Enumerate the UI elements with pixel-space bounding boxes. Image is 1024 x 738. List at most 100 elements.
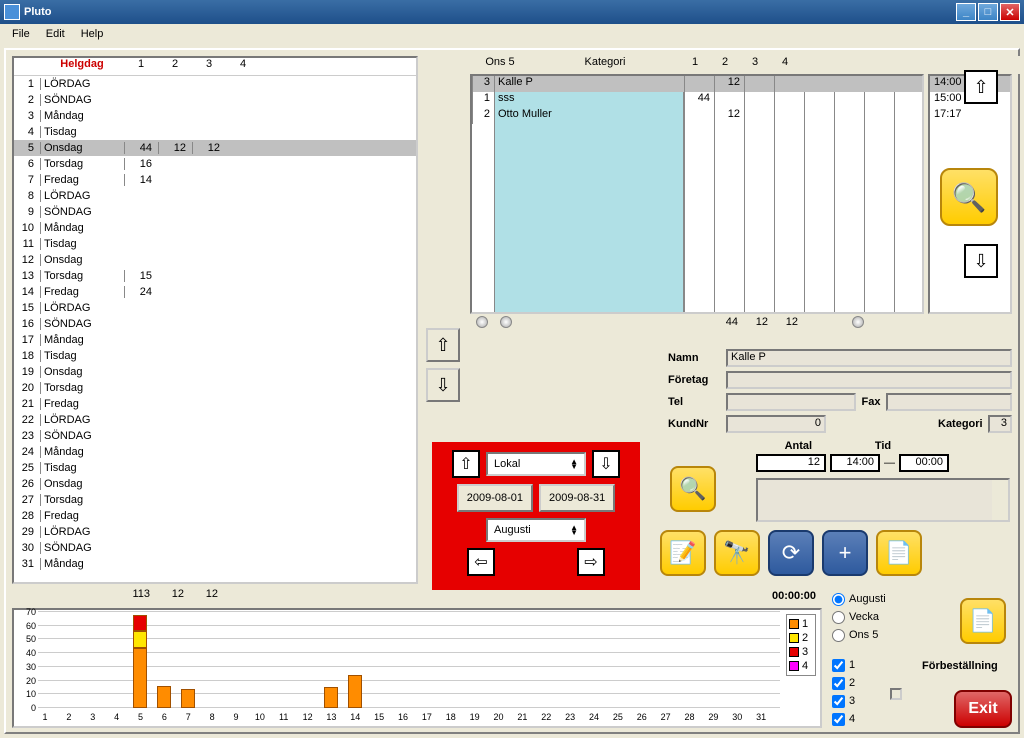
calendar-row[interactable]: 28Fredag: [14, 508, 416, 524]
date-local-panel: ⇧ Lokal ▲▼ ⇩ 2009-08-01 2009-08-31 Augus…: [432, 442, 640, 590]
chart-bar: [324, 687, 338, 708]
detail-scrollbar[interactable]: 44 12 12: [470, 314, 924, 330]
calendar-row[interactable]: 5Onsdag441212: [14, 140, 416, 156]
date-from-button[interactable]: 2009-08-01: [457, 484, 533, 512]
chart-legend: 1234: [786, 614, 816, 676]
date-to-button[interactable]: 2009-08-31: [539, 484, 615, 512]
calendar-row[interactable]: 16SÖNDAG: [14, 316, 416, 332]
calendar-down-button[interactable]: ⇩: [426, 368, 460, 402]
foretag-label: Företag: [668, 374, 726, 386]
calendar-row[interactable]: 31Måndag: [14, 556, 416, 572]
calendar-row[interactable]: 23SÖNDAG: [14, 428, 416, 444]
kundnr-field[interactable]: 0: [726, 415, 826, 433]
exit-button[interactable]: Exit: [954, 690, 1012, 728]
detail-table[interactable]: 3Kalle P121sss442Otto Muller12: [470, 74, 924, 314]
calendar-row[interactable]: 21Fredag: [14, 396, 416, 412]
check-3[interactable]: 3: [832, 692, 855, 710]
radio-ons5[interactable]: Ons 5: [832, 626, 886, 644]
calendar-row[interactable]: 12Onsdag: [14, 252, 416, 268]
maximize-button[interactable]: □: [978, 3, 998, 21]
calendar-row[interactable]: 22LÖRDAG: [14, 412, 416, 428]
check-1[interactable]: 1: [832, 656, 855, 674]
lokal-combo[interactable]: Lokal ▲▼: [486, 452, 586, 476]
calendar-row[interactable]: 3Måndag: [14, 108, 416, 124]
comment-scrollbar[interactable]: [992, 480, 1008, 520]
detail-row[interactable]: 2Otto Muller12: [472, 108, 922, 124]
document-button[interactable]: 📄: [876, 530, 922, 576]
calendar-row[interactable]: 1LÖRDAG: [14, 76, 416, 92]
month-combo[interactable]: Augusti ▲▼: [486, 518, 586, 542]
calendar-row[interactable]: 10Måndag: [14, 220, 416, 236]
close-button[interactable]: ✕: [1000, 3, 1020, 21]
calendar-row[interactable]: 27Torsdag: [14, 492, 416, 508]
calendar-row[interactable]: 15LÖRDAG: [14, 300, 416, 316]
app-icon: [4, 4, 20, 20]
detail-row[interactable]: 3Kalle P12: [472, 76, 922, 92]
calendar-row[interactable]: 20Torsdag: [14, 380, 416, 396]
month-next-button[interactable]: ⇨: [577, 548, 605, 576]
calendar-up-button[interactable]: ⇧: [426, 328, 460, 362]
tid-to-field[interactable]: 00:00: [899, 454, 949, 472]
calendar-row[interactable]: 13Torsdag15: [14, 268, 416, 284]
radio-augusti[interactable]: Augusti: [832, 590, 886, 608]
forbestallning-button[interactable]: 📄: [960, 598, 1006, 644]
calendar-row[interactable]: 25Tisdag: [14, 460, 416, 476]
detail-up-button[interactable]: ⇧: [964, 70, 998, 104]
search-small-button[interactable]: 🔍: [670, 466, 716, 512]
chart-bar: [133, 648, 147, 708]
detail-down-button[interactable]: ⇩: [964, 244, 998, 278]
calendar-row[interactable]: 9SÖNDAG: [14, 204, 416, 220]
fax-label: Fax: [856, 396, 886, 408]
comment-box[interactable]: [756, 478, 1010, 522]
calendar-row[interactable]: 19Onsdag: [14, 364, 416, 380]
calendar-row[interactable]: 14Fredag24: [14, 284, 416, 300]
calendar-row[interactable]: 7Fredag14: [14, 172, 416, 188]
lokal-up-button[interactable]: ⇧: [452, 450, 480, 478]
fax-field[interactable]: [886, 393, 1012, 411]
tid-from-field[interactable]: 14:00: [830, 454, 880, 472]
calendar-row[interactable]: 4Tisdag: [14, 124, 416, 140]
calendar-row[interactable]: 17Måndag: [14, 332, 416, 348]
chart: 0102030405060701234567891011121314151617…: [12, 608, 822, 728]
chart-bar: [181, 689, 195, 708]
month-prev-button[interactable]: ⇦: [467, 548, 495, 576]
detail-row[interactable]: 1sss44: [472, 92, 922, 108]
calendar-row[interactable]: 11Tisdag: [14, 236, 416, 252]
tel-field[interactable]: [726, 393, 856, 411]
menu-edit[interactable]: Edit: [38, 26, 73, 42]
antal-tid-row: Antal Tid 12 14:00 — 00:00: [756, 440, 1010, 472]
forbestallning-label: Förbeställning: [922, 660, 998, 672]
calendar-table[interactable]: Helgdag 1 2 3 4 1LÖRDAG2SÖNDAG3Måndag4Ti…: [12, 56, 418, 584]
check-4[interactable]: 4: [832, 710, 855, 728]
add-button[interactable]: +: [822, 530, 868, 576]
namn-field[interactable]: Kalle P: [726, 349, 1012, 367]
calendar-row[interactable]: 6Torsdag16: [14, 156, 416, 172]
calendar-row[interactable]: 24Måndag: [14, 444, 416, 460]
notes-button[interactable]: 📝: [660, 530, 706, 576]
period-radios: Augusti Vecka Ons 5: [832, 590, 886, 644]
minimize-button[interactable]: _: [956, 3, 976, 21]
menu-file[interactable]: File: [4, 26, 38, 42]
calendar-row[interactable]: 2SÖNDAG: [14, 92, 416, 108]
calendar-row[interactable]: 18Tisdag: [14, 348, 416, 364]
action-row: 📝 🔭 ⟳ + 📄: [660, 530, 922, 576]
detail-header: Ons 5 Kategori 1 2 3 4: [470, 56, 1024, 74]
calendar-row[interactable]: 30SÖNDAG: [14, 540, 416, 556]
lokal-down-button[interactable]: ⇩: [592, 450, 620, 478]
window-title: Pluto: [24, 6, 954, 18]
radio-vecka[interactable]: Vecka: [832, 608, 886, 626]
calendar-row[interactable]: 8LÖRDAG: [14, 188, 416, 204]
kategori-label: Kategori: [938, 418, 988, 430]
kategori-field[interactable]: 3: [988, 415, 1012, 433]
binoculars-button[interactable]: 🔭: [714, 530, 760, 576]
calendar-row[interactable]: 26Onsdag: [14, 476, 416, 492]
check-2[interactable]: 2: [832, 674, 855, 692]
menu-help[interactable]: Help: [73, 26, 112, 42]
chart-bar: [348, 675, 362, 708]
foretag-field[interactable]: [726, 371, 1012, 389]
refresh-button[interactable]: ⟳: [768, 530, 814, 576]
antal-field[interactable]: 12: [756, 454, 826, 472]
search-big-button[interactable]: 🔍: [940, 168, 998, 226]
calendar-row[interactable]: 29LÖRDAG: [14, 524, 416, 540]
extra-checkbox[interactable]: [890, 688, 902, 700]
